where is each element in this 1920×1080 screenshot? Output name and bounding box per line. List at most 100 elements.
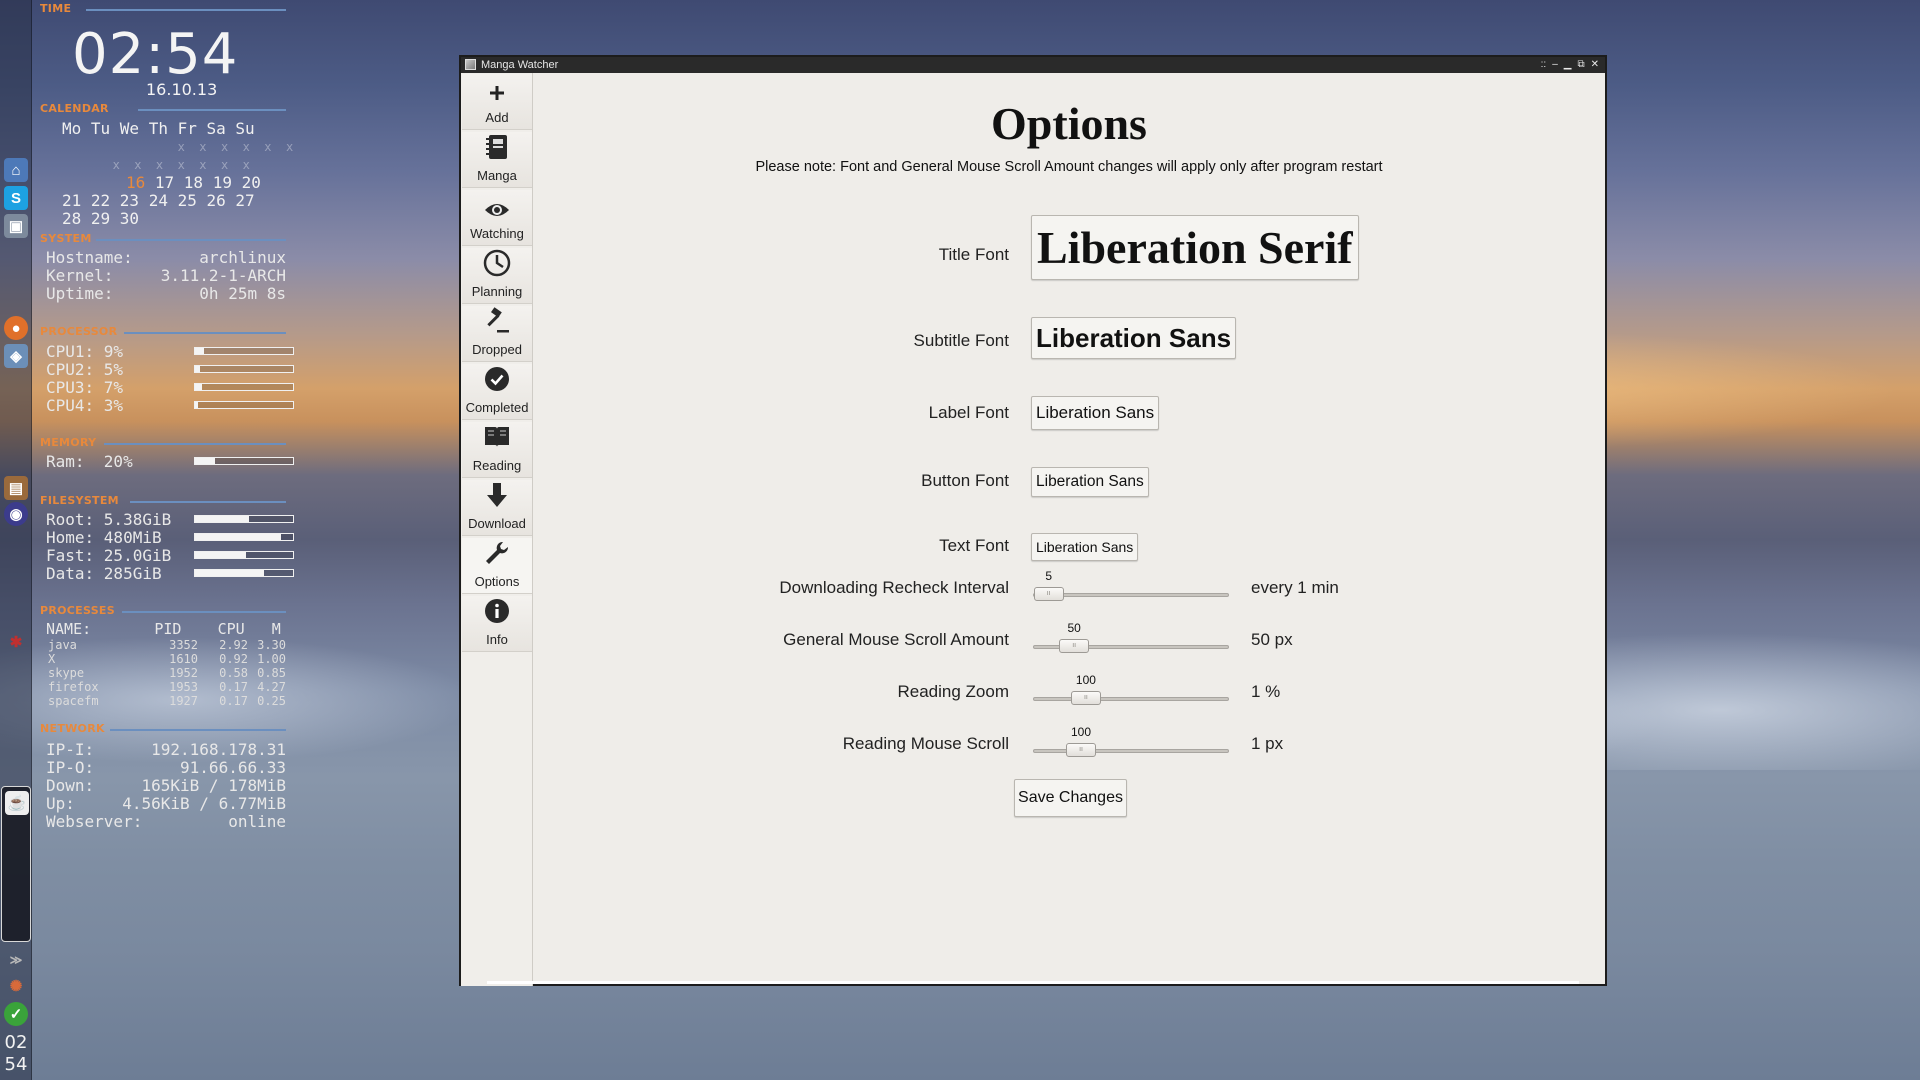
network-info-value: 4.56KiB / 6.77MiB <box>122 794 286 813</box>
plus-icon <box>487 83 507 110</box>
process-cpu: 2.92 <box>219 638 248 652</box>
sidebar-item-completed[interactable]: Completed <box>462 364 532 420</box>
process-row: spacefm 1927 0.17 0.25 <box>48 694 286 708</box>
recheck-interval-slider-thumb[interactable]: ıı <box>1033 587 1064 601</box>
reading-mouse-scroll-slider-thumb[interactable]: ıı <box>1066 743 1097 757</box>
process-cpu: 0.92 <box>219 652 248 666</box>
text-font-button[interactable]: Liberation Sans <box>1031 533 1139 561</box>
button-font-button[interactable]: Liberation Sans <box>1031 467 1149 497</box>
shell-icon[interactable]: ✺ <box>4 974 28 998</box>
check-tray-icon[interactable]: ✓ <box>4 1002 28 1026</box>
system-info-key: Hostname: <box>46 248 133 267</box>
process-row: java 3352 2.92 3.30 <box>48 638 286 652</box>
window-close-button[interactable]: ✕ <box>1591 57 1599 73</box>
reading-zoom-slider-thumb[interactable]: ıı <box>1070 691 1101 705</box>
mouse-scroll-amount-slider-value: 50 <box>1067 621 1081 635</box>
sidebar-item-download[interactable]: Download <box>462 480 532 536</box>
reading-zoom-slider-track[interactable] <box>1033 697 1229 701</box>
ram-label: Ram: 20% <box>46 452 133 471</box>
cpu-label: CPU3: 7% <box>46 378 124 397</box>
file-manager-icon[interactable]: ◈ <box>4 344 28 368</box>
sidebar-item-label: Add <box>485 110 509 125</box>
firefox-icon[interactable]: ● <box>4 316 28 340</box>
recheck-interval-slider[interactable]: 5 ıı <box>1033 569 1229 601</box>
process-name: firefox <box>48 680 99 694</box>
image-viewer-icon[interactable]: ▣ <box>4 214 28 238</box>
reading-mouse-scroll-slider-track[interactable] <box>1033 749 1229 753</box>
filesystem-bar-fill <box>195 516 249 522</box>
window-menu-button[interactable]: :: <box>1541 57 1547 73</box>
calendar-week-3-days: 17 18 19 20 <box>145 173 261 192</box>
process-mem: 3.30 <box>257 638 286 652</box>
save-changes-button[interactable]: Save Changes <box>1014 779 1127 817</box>
network-info-row: Webserver: online <box>46 812 286 831</box>
left-dock: ⌂ S ▣ ● ◈ ▤ ◉ ✱ ☕ ≫ ✺ ✓ 02 54 <box>0 0 32 1080</box>
subtitle-font-button[interactable]: Liberation Sans <box>1031 317 1237 359</box>
calendar-week-5: 28 29 30 <box>62 209 140 228</box>
label-font-button[interactable]: Liberation Sans <box>1031 396 1160 430</box>
process-mem: 0.25 <box>257 694 286 708</box>
book-icon <box>482 423 512 458</box>
title-font-button[interactable]: Liberation Serif <box>1031 215 1359 280</box>
planet-icon[interactable]: ◉ <box>4 502 28 526</box>
skype-icon[interactable]: S <box>4 186 28 210</box>
sidebar-item-label: Manga <box>477 168 517 183</box>
calendar-filler-row: x x x x x x <box>62 140 294 154</box>
mouse-scroll-amount-slider-thumb[interactable]: ıı <box>1059 639 1090 653</box>
archive-icon[interactable]: ▤ <box>4 476 28 500</box>
window-maximize-button[interactable]: ⧉ <box>1577 57 1584 73</box>
home-icon[interactable]: ⌂ <box>4 158 28 182</box>
reading-mouse-scroll-label: Reading Mouse Scroll <box>842 734 1009 753</box>
java-app-slot[interactable]: ☕ <box>1 786 31 942</box>
filesystem-usage: Fast: 25.0GiB <box>46 546 294 565</box>
filesystem-bar-fill <box>195 552 246 558</box>
reading-zoom-slider[interactable]: 100 ıı <box>1033 673 1229 705</box>
sidebar-item-planning[interactable]: Planning <box>462 248 532 304</box>
sidebar-item-dropped[interactable]: Dropped <box>462 306 532 362</box>
sidebar-item-manga[interactable]: Manga <box>462 132 532 188</box>
filesystem-section-label: FILESYSTEM <box>40 494 119 507</box>
process-mem: 0.85 <box>257 666 286 680</box>
mouse-scroll-amount-slider[interactable]: 50 ıı <box>1033 621 1229 653</box>
calendar-filler-row: x x x x x x x <box>62 158 250 172</box>
calendar-weekdays: Mo Tu We Th Fr Sa Su <box>62 119 255 138</box>
section-divider <box>124 332 286 334</box>
process-mem: 4.27 <box>257 680 286 694</box>
dock-clock: 02 54 <box>2 1032 30 1076</box>
filesystem-usage: Data: 285GiB <box>46 564 294 583</box>
cpu-bar <box>194 347 294 355</box>
window-shade-button[interactable]: – <box>1552 57 1558 73</box>
filesystem-bar-fill <box>195 534 282 540</box>
sidebar-item-watching[interactable]: Watching <box>462 190 532 246</box>
window-minimize-button[interactable]: ▁ <box>1564 57 1572 73</box>
collapse-chevron-icon[interactable]: ≫ <box>4 948 28 972</box>
window-controls: :: – ▁ ⧉ ✕ <box>1541 57 1599 73</box>
sidebar-item-label: Planning <box>471 284 523 299</box>
filesystem-bar <box>194 533 294 541</box>
sidebar-item-info[interactable]: Info <box>462 596 532 652</box>
process-cpu: 0.58 <box>219 666 248 680</box>
java-icon[interactable]: ☕ <box>5 791 29 815</box>
puzzle-icon[interactable]: ✱ <box>4 630 28 654</box>
cpu-bar-fill <box>195 366 200 372</box>
sidebar-item-add[interactable]: Add <box>462 74 532 130</box>
window-titlebar[interactable]: Manga Watcher :: – ▁ ⧉ ✕ <box>461 57 1605 73</box>
label-font-label: Label Font <box>928 403 1009 422</box>
sidebar-item-label: Completed <box>465 400 529 415</box>
sidebar-item-label: Options <box>474 574 520 589</box>
sidebar-item-options[interactable]: Options <box>462 538 532 594</box>
reading-mouse-scroll-slider[interactable]: 100 ıı <box>1033 725 1229 757</box>
reading-mouse-scroll-output: 1 px <box>1251 734 1284 753</box>
system-info-key: Uptime: <box>46 284 114 303</box>
network-info-row: IP-I: 192.168.178.31 <box>46 740 286 759</box>
sidebar-item-reading[interactable]: Reading <box>462 422 532 478</box>
process-cpu: 0.17 <box>219 694 248 708</box>
cpu-usage: CPU4: 3% <box>46 396 294 415</box>
network-info-row: Down: 165KiB / 178MiB <box>46 776 286 795</box>
notebook-icon <box>484 133 510 168</box>
filesystem-usage: Home: 480MiB <box>46 528 294 547</box>
ram-bar-fill <box>195 458 215 464</box>
dock-clock-hours: 02 <box>4 1032 28 1053</box>
mouse-scroll-amount-output: 50 px <box>1251 630 1293 649</box>
horizontal-scroll-indicator <box>487 981 1579 984</box>
